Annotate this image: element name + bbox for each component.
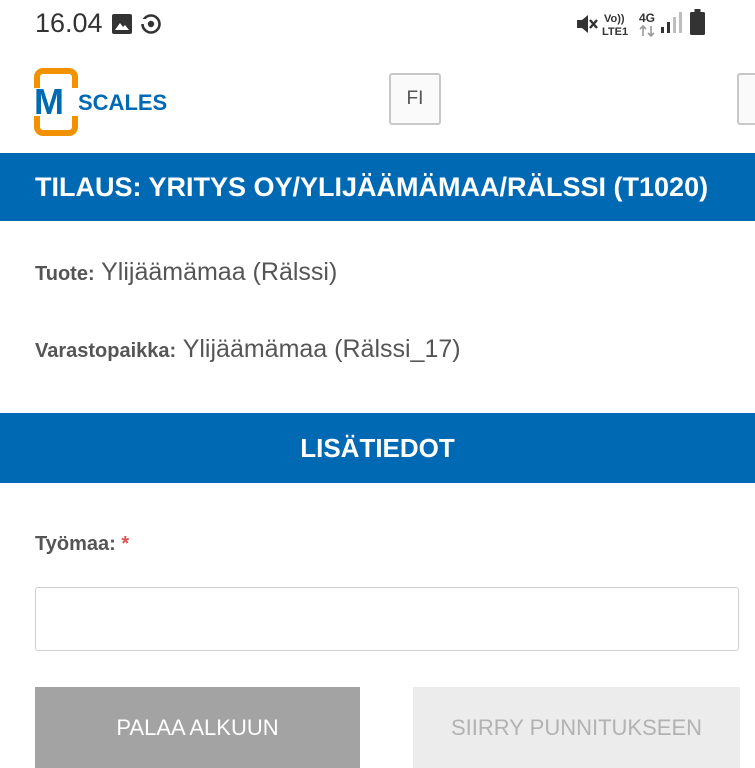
logo-text: SCALES <box>78 90 167 115</box>
back-to-start-button[interactable]: PALAA ALKUUN <box>35 687 360 768</box>
sync-icon <box>141 14 161 34</box>
status-bar: 16.04 Vo)) LTE1 4G <box>0 0 755 50</box>
app-screen: 16.04 Vo)) LTE1 4G M SCALES FI TILAUS: Y… <box>0 0 755 768</box>
gallery-icon <box>112 14 132 34</box>
battery-icon <box>690 9 705 35</box>
product-label: Tuote: <box>35 263 95 285</box>
product-line: Tuote: Ylijäämämaa (Rälssi) <box>35 258 337 287</box>
network-text: 4G <box>639 11 655 25</box>
worksite-label: Työmaa: <box>35 533 116 555</box>
signal-icon <box>661 12 682 33</box>
volte-icon: Vo)) LTE1 <box>602 13 628 38</box>
mute-icon <box>577 15 598 33</box>
4g-icon: 4G <box>639 11 655 38</box>
product-value: Ylijäämämaa (Rälssi) <box>101 258 338 286</box>
volte-bottom-text: LTE1 <box>602 26 628 38</box>
language-button[interactable]: FI <box>389 73 441 125</box>
required-mark: * <box>121 533 130 555</box>
mscales-logo[interactable]: M SCALES <box>34 68 176 136</box>
app-header: M SCALES FI <box>0 50 755 150</box>
worksite-input[interactable] <box>35 587 739 651</box>
go-to-weighing-button[interactable]: SIIRRY PUNNITUKSEEN <box>413 687 740 768</box>
order-title: TILAUS: YRITYS OY/YLIJÄÄMÄMAA/RÄLSSI (T1… <box>0 153 755 221</box>
logo-letter: M <box>34 81 64 122</box>
status-time: 16.04 <box>35 8 103 38</box>
storage-value: Ylijäämämaa (Rälssi_17) <box>182 335 461 363</box>
details-section-title: LISÄTIEDOT <box>0 413 755 483</box>
storage-line: Varastopaikka: Ylijäämämaa (Rälssi_17) <box>35 335 461 364</box>
storage-label: Varastopaikka: <box>35 340 177 362</box>
worksite-label-row: Työmaa: * <box>35 533 129 556</box>
volte-top-text: Vo)) <box>604 13 625 25</box>
menu-button[interactable] <box>737 73 755 125</box>
